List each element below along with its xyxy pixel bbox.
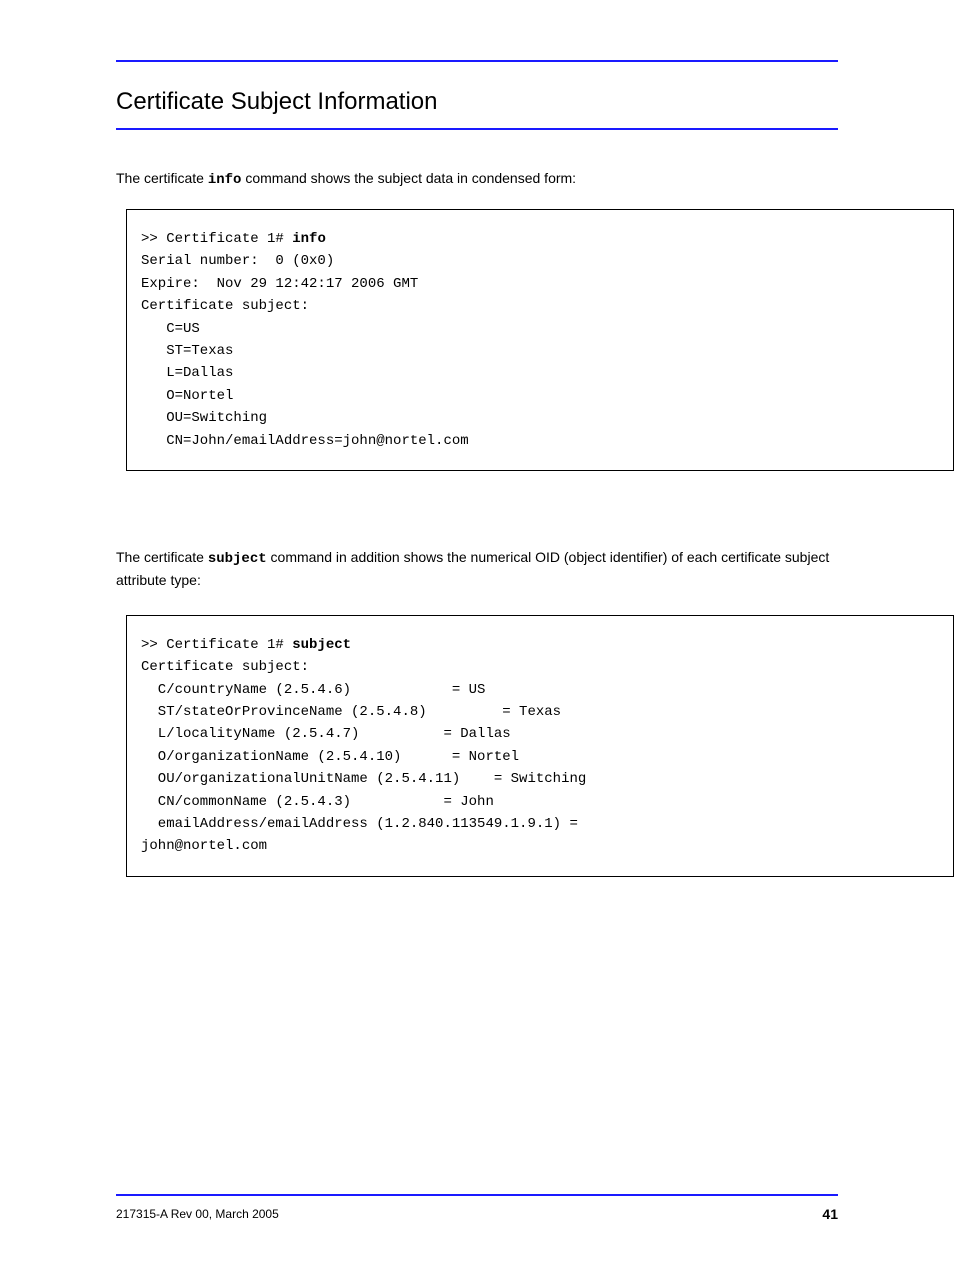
- prompt2: >> Certificate 1#: [141, 637, 292, 653]
- page-title: Certificate Subject Information: [116, 88, 838, 116]
- codebox2-body: Certificate subject: C/countryName (2.5.…: [141, 659, 586, 854]
- para-info-suffix: command shows the subject data in conden…: [241, 170, 576, 186]
- cmd2: subject: [292, 637, 351, 653]
- para-info-prefix: The certificate: [116, 170, 208, 186]
- codebox-info: >> Certificate 1# info Serial number: 0 …: [126, 209, 954, 471]
- para-info: The certificate info command shows the s…: [116, 168, 838, 191]
- footer-doc: 217315-A Rev 00, March 2005: [116, 1207, 279, 1221]
- info-cmd: info: [208, 172, 242, 188]
- para-subject-prefix: The certificate: [116, 549, 208, 565]
- page-number: 41: [822, 1206, 838, 1222]
- footer-rule: [116, 1194, 838, 1196]
- codebox1-body: Serial number: 0 (0x0) Expire: Nov 29 12…: [141, 253, 469, 448]
- codebox-subject: >> Certificate 1# subject Certificate su…: [126, 615, 954, 877]
- prompt1: >> Certificate 1#: [141, 231, 292, 247]
- cmd1: info: [292, 231, 326, 247]
- subject-cmd: subject: [208, 551, 267, 567]
- para-subject: The certificate subject command in addit…: [116, 547, 838, 591]
